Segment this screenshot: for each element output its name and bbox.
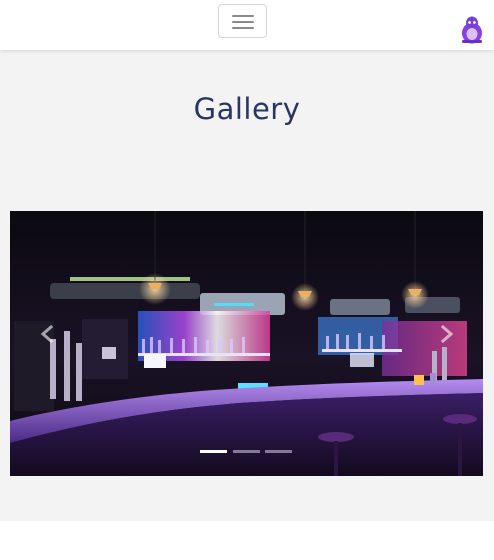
carousel-indicators [200,449,294,455]
page-title: Gallery [193,92,301,126]
carousel-prev-button[interactable] [26,316,66,366]
footer-section [0,521,494,560]
carousel-indicator-3[interactable] [265,450,292,453]
chevron-left-icon [40,324,54,344]
chevron-right-icon [440,324,454,344]
navbar-toggle-button[interactable] [218,4,267,38]
gallery-carousel[interactable] [10,211,483,476]
bar-interior-photo [10,211,483,476]
carousel-next-button[interactable] [427,316,467,366]
hamburger-menu-icon-bottom [232,27,254,29]
hamburger-menu-icon [232,15,254,17]
carousel-indicator-1[interactable] [200,450,227,453]
purple-mascot-logo-icon[interactable] [461,16,483,44]
navbar [0,0,494,50]
hamburger-menu-icon-middle [232,21,254,23]
carousel-indicator-2[interactable] [233,450,260,453]
